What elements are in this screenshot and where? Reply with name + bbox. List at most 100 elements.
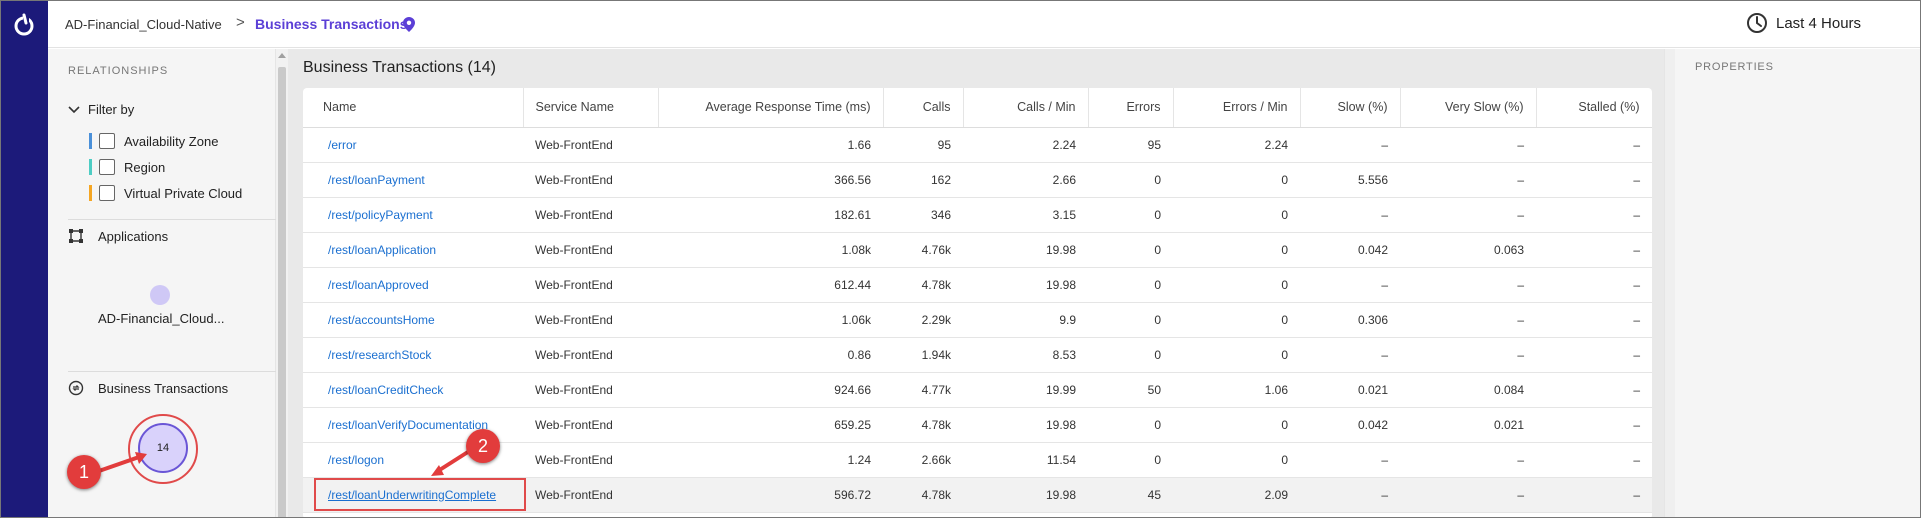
- column-header-stalled[interactable]: Stalled (%): [1536, 88, 1652, 128]
- cell-service: Web-FrontEnd: [523, 162, 658, 198]
- application-node[interactable]: [150, 285, 170, 305]
- cell-stalled: –: [1536, 197, 1652, 233]
- applications-label: Applications: [98, 228, 169, 244]
- bt-name-link[interactable]: /rest/policyPayment: [303, 197, 523, 233]
- column-header-name[interactable]: Name: [303, 88, 524, 128]
- table-row[interactable]: /rest/loanPayment Web-FrontEnd 366.56 162 2.…: [303, 162, 1652, 198]
- chevron-right-icon: >: [236, 14, 245, 31]
- app-window: AD-Financial_Cloud-Native > Business Tra…: [0, 0, 1921, 518]
- cell-very-slow: 0.063: [1400, 232, 1536, 268]
- left-panel-scrollbar[interactable]: [276, 49, 288, 517]
- cell-slow: –: [1300, 337, 1400, 373]
- cell-errors-per-min: 0: [1173, 407, 1300, 443]
- filter-by-toggle[interactable]: Filter by: [68, 102, 134, 117]
- color-bar: [89, 159, 92, 175]
- cell-errors: 0: [1088, 197, 1173, 233]
- cell-stalled: –: [1536, 232, 1652, 268]
- time-range-selector[interactable]: Last 4 Hours: [1746, 12, 1861, 34]
- column-header-slow[interactable]: Slow (%): [1300, 88, 1401, 128]
- scroll-up-arrow-icon[interactable]: [278, 53, 286, 58]
- cell-avg-response: 659.25: [658, 407, 883, 443]
- column-header-errors[interactable]: Errors: [1088, 88, 1174, 128]
- cell-stalled: –: [1536, 302, 1652, 338]
- cell-slow: 5.556: [1300, 162, 1400, 198]
- application-name[interactable]: AD-Financial_Cloud...: [98, 311, 228, 326]
- table-row[interactable]: /rest/logon Web-FrontEnd 1.24 2.66k 11.54 0 0–…: [303, 442, 1652, 478]
- cell-stalled: –: [1536, 337, 1652, 373]
- bt-name-link[interactable]: /rest/researchStock: [303, 337, 523, 373]
- table-row[interactable]: /rest/loanApplication Web-FrontEnd 1.08k 4.…: [303, 232, 1652, 268]
- cell-errors: 0: [1088, 337, 1173, 373]
- table-row[interactable]: /rest/loanVerifyDocumentation Web-FrontEn…: [303, 407, 1652, 443]
- cell-avg-response: 1.06k: [658, 302, 883, 338]
- breadcrumb-app[interactable]: AD-Financial_Cloud-Native: [65, 17, 222, 32]
- business-transactions-section[interactable]: Business Transactions: [68, 380, 228, 396]
- cell-errors-per-min: 2.09: [1173, 477, 1300, 513]
- table-row[interactable]: /rest/researchStock Web-FrontEnd 0.86 1.94k…: [303, 337, 1652, 373]
- page-title: Business Transactions (14): [303, 59, 496, 76]
- cell-very-slow: 0.084: [1400, 372, 1536, 408]
- cell-slow: –: [1300, 127, 1400, 163]
- bt-name-link[interactable]: /error: [303, 127, 523, 163]
- callout-number: 1: [78, 461, 89, 482]
- callout-1: 1: [67, 455, 101, 489]
- column-header-service[interactable]: Service Name: [523, 88, 659, 128]
- table-row[interactable]: /error Web-FrontEnd 1.66 95 2.24 95 2.24– – –: [303, 127, 1652, 163]
- table-row[interactable]: /rest/loanCreditCheck Web-FrontEnd 924.66 4…: [303, 372, 1652, 408]
- checkbox[interactable]: [99, 133, 115, 149]
- relationships-title: RELATIONSHIPS: [68, 65, 169, 77]
- cell-errors: 0: [1088, 162, 1173, 198]
- column-header-calls[interactable]: Calls: [883, 88, 964, 128]
- filter-region[interactable]: Region: [89, 159, 165, 175]
- bt-name-link[interactable]: /rest/accountsHome: [303, 302, 523, 338]
- scroll-thumb[interactable]: [278, 67, 286, 517]
- cell-calls-per-min: 19.98: [963, 232, 1088, 268]
- column-header-errors-per-min[interactable]: Errors / Min: [1173, 88, 1301, 128]
- cell-slow: –: [1300, 442, 1400, 478]
- table-row[interactable]: /rest/loanApproved Web-FrontEnd 612.44 4.78…: [303, 267, 1652, 303]
- logo-icon[interactable]: [12, 13, 36, 37]
- checkbox[interactable]: [99, 185, 115, 201]
- business-transactions-node[interactable]: 14: [138, 423, 188, 473]
- cell-very-slow: 0.021: [1400, 407, 1536, 443]
- cell-service: Web-FrontEnd: [523, 407, 658, 443]
- cell-errors-per-min: 0: [1173, 232, 1300, 268]
- cell-slow: 0.042: [1300, 407, 1400, 443]
- cell-avg-response: 0.86: [658, 337, 883, 373]
- cell-calls-per-min: 19.98: [963, 477, 1088, 513]
- cell-calls: 2.66k: [883, 442, 963, 478]
- cell-errors: 95: [1088, 127, 1173, 163]
- filter-label: Virtual Private Cloud: [124, 185, 243, 201]
- applications-section[interactable]: Applications: [68, 228, 168, 244]
- bt-name-link[interactable]: /rest/loanApproved: [303, 267, 523, 303]
- cell-errors-per-min: 0: [1173, 337, 1300, 373]
- filter-availability-zone[interactable]: Availability Zone: [89, 133, 218, 149]
- filter-label: Availability Zone: [124, 133, 219, 149]
- bt-name-link[interactable]: /rest/loanPayment: [303, 162, 523, 198]
- table-row[interactable]: /rest/policyPayment Web-FrontEnd 182.61 346…: [303, 197, 1652, 233]
- cell-calls: 1.94k: [883, 337, 963, 373]
- cell-stalled: –: [1536, 407, 1652, 443]
- cell-very-slow: –: [1400, 197, 1536, 233]
- table-row[interactable]: /rest/accountsHome Web-FrontEnd 1.06k 2.29k…: [303, 302, 1652, 338]
- callout-2: 2: [466, 429, 500, 463]
- filter-virtual-private-cloud[interactable]: Virtual Private Cloud: [89, 185, 242, 201]
- checkbox[interactable]: [99, 159, 115, 175]
- column-header-avg-response[interactable]: Average Response Time (ms): [658, 88, 884, 128]
- bt-table-container: Name Service Name Average Response Time …: [303, 88, 1652, 517]
- bt-name-link[interactable]: /rest/loanCreditCheck: [303, 372, 523, 408]
- cell-calls-per-min: 19.98: [963, 267, 1088, 303]
- row-highlight-box: [314, 478, 526, 511]
- column-header-calls-per-min[interactable]: Calls / Min: [963, 88, 1089, 128]
- cell-calls: 4.77k: [883, 372, 963, 408]
- properties-scrollbar[interactable]: [1665, 49, 1675, 517]
- color-bar: [89, 133, 92, 149]
- bt-name-link[interactable]: /rest/loanApplication: [303, 232, 523, 268]
- column-header-very-slow[interactable]: Very Slow (%): [1400, 88, 1537, 128]
- divider: [68, 219, 276, 220]
- time-range-label: Last 4 Hours: [1776, 14, 1862, 32]
- cell-service: Web-FrontEnd: [523, 302, 658, 338]
- cell-slow: 0.021: [1300, 372, 1400, 408]
- location-pin-icon[interactable]: [403, 17, 415, 32]
- cell-stalled: –: [1536, 372, 1652, 408]
